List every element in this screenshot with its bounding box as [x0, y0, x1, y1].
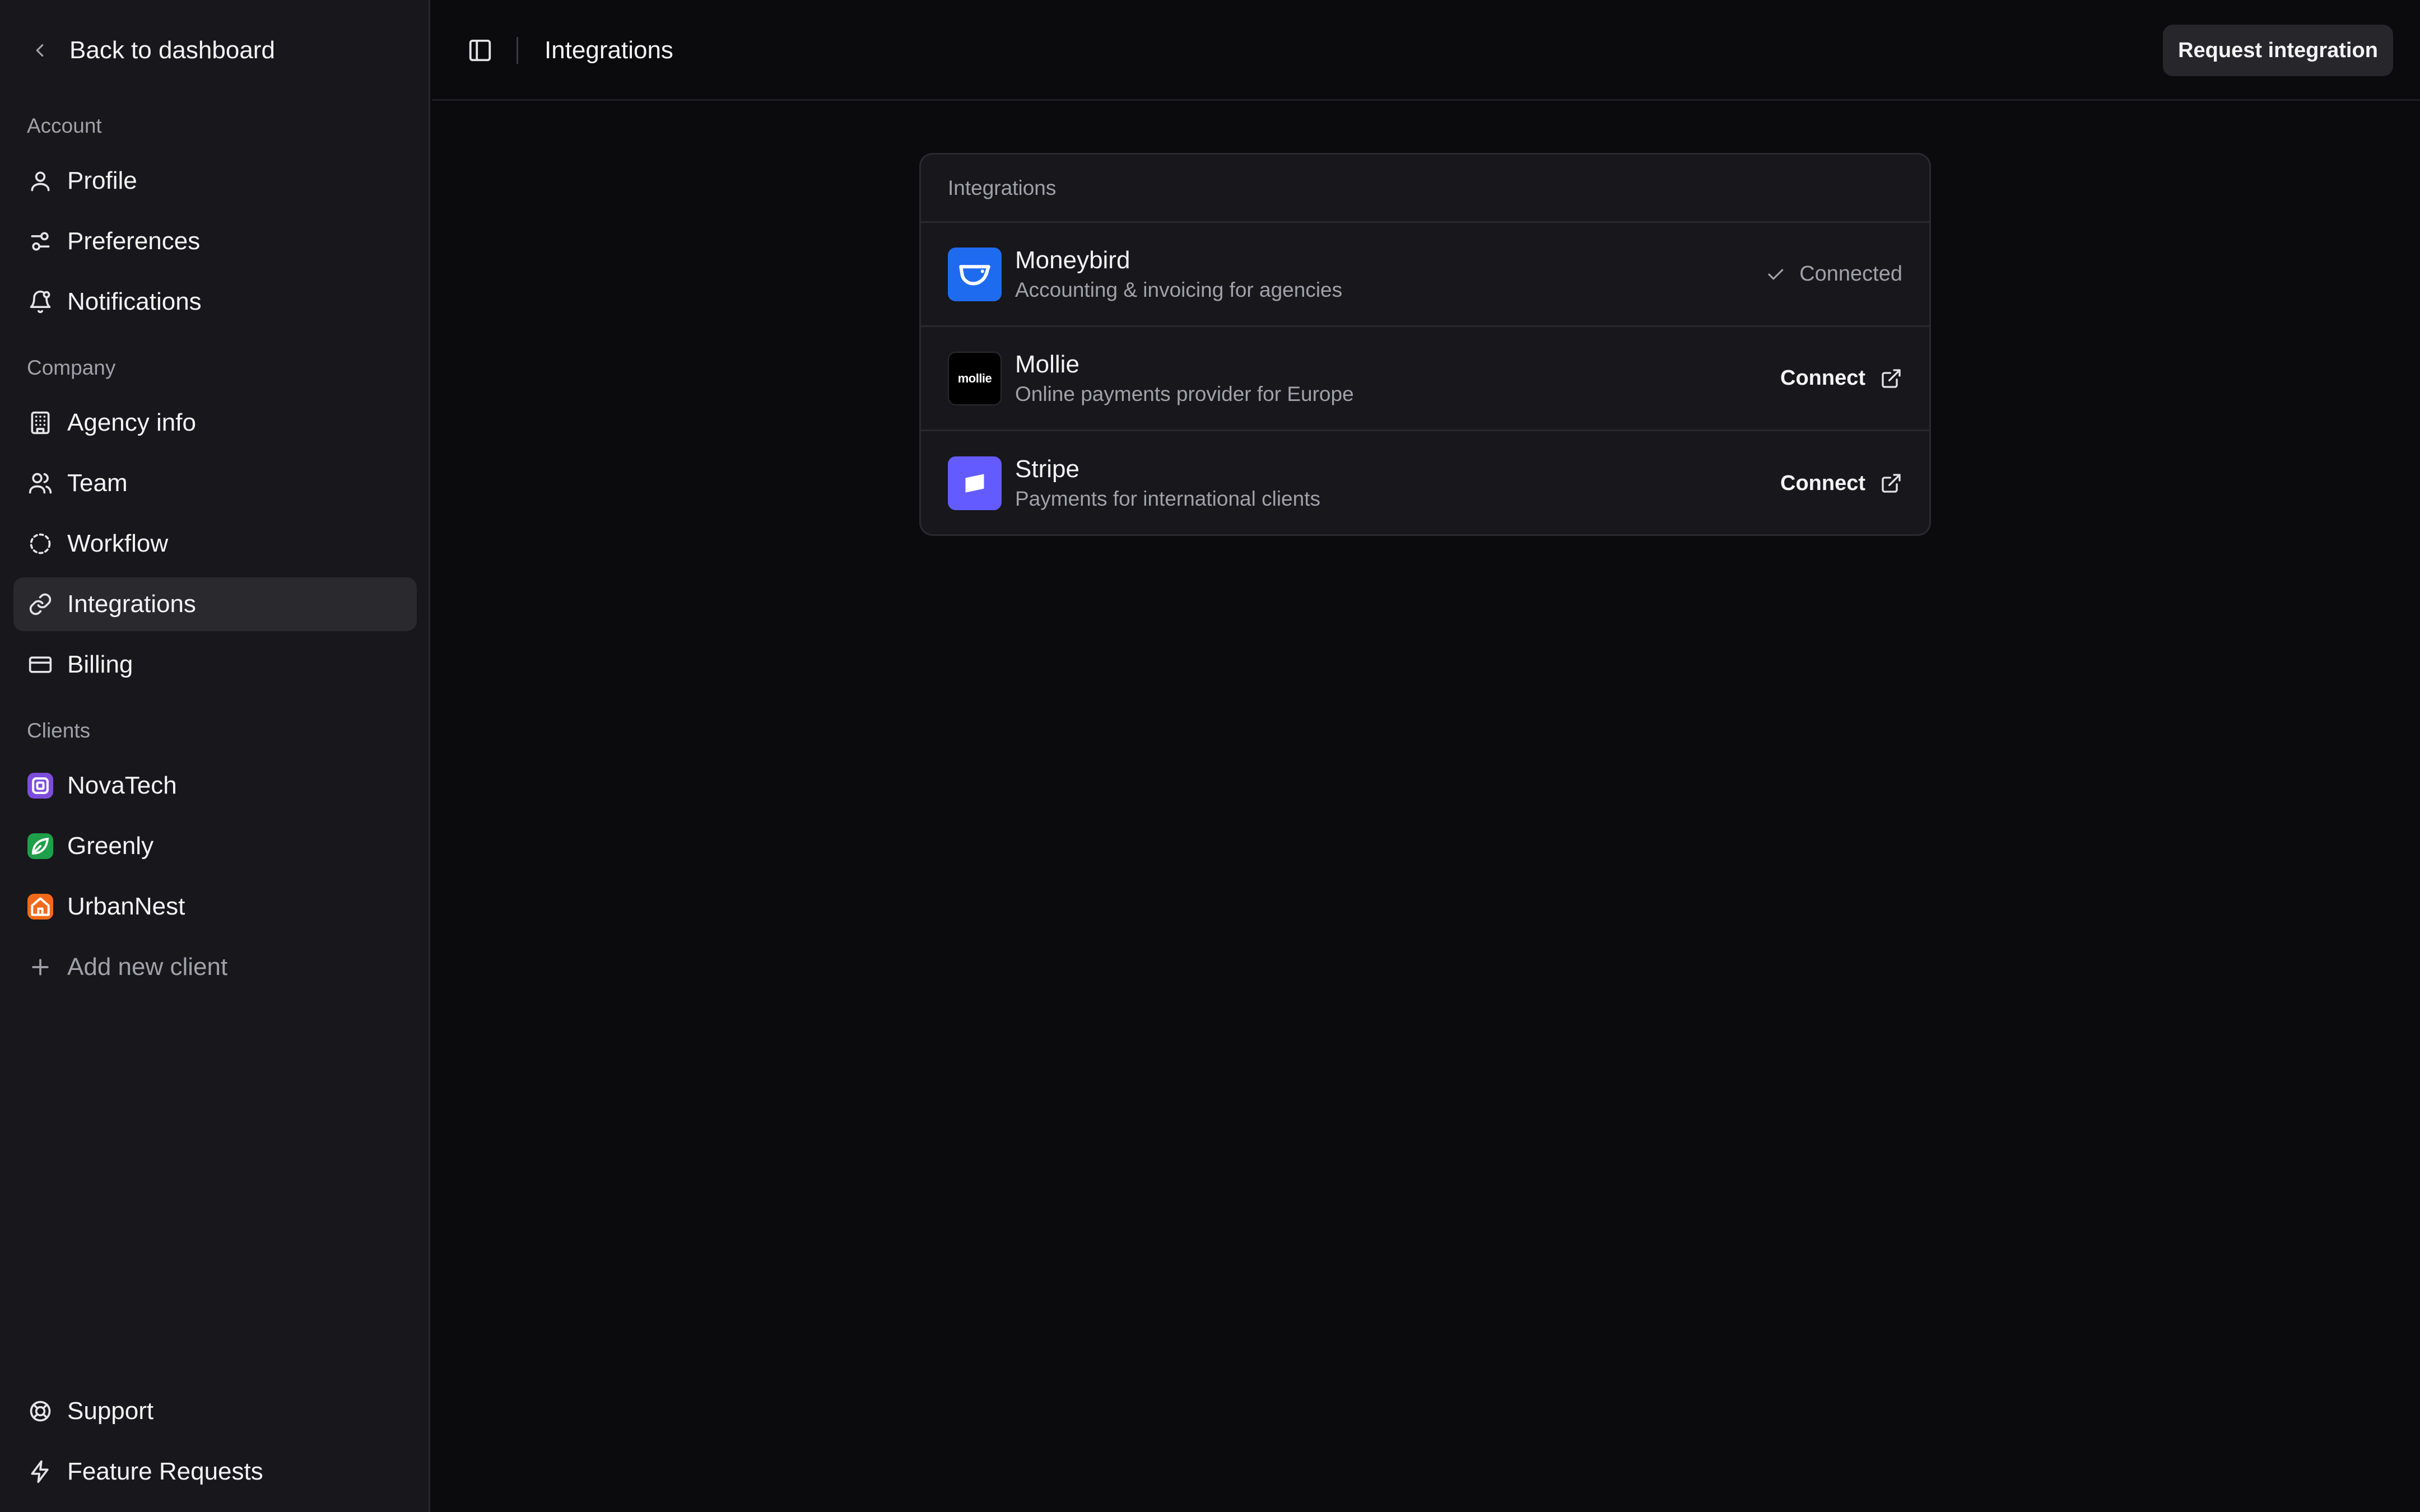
stripe-logo-icon — [948, 456, 1002, 510]
users-icon — [29, 473, 52, 494]
connected-label: Connected — [1799, 262, 1902, 286]
toggle-sidebar-button[interactable] — [465, 35, 495, 66]
request-integration-button[interactable]: Request integration — [2163, 25, 2393, 76]
sidebar-item-notifications[interactable]: Notifications — [13, 275, 417, 329]
back-link-label: Back to dashboard — [69, 36, 275, 64]
integration-row-moneybird: Moneybird Accounting & invoicing for age… — [921, 223, 1929, 327]
sidebar-item-billing[interactable]: Billing — [13, 638, 417, 692]
connect-label: Connect — [1780, 471, 1865, 495]
page-title: Integrations — [544, 36, 673, 64]
integration-row-stripe: Stripe Payments for international client… — [921, 431, 1929, 534]
sidebar-item-label: Support — [67, 1397, 154, 1425]
credit-card-icon — [29, 656, 52, 673]
top-bar — [432, 0, 2420, 101]
section-label-account: Account — [27, 114, 102, 137]
sidebar-item-support[interactable]: Support — [13, 1384, 417, 1438]
sidebar: Back to dashboard Account Profile Prefer… — [0, 0, 430, 1512]
connected-status: Connected — [1765, 262, 1902, 286]
sidebar-item-label: Profile — [67, 167, 137, 194]
sidebar-item-team[interactable]: Team — [13, 456, 417, 510]
zap-icon — [31, 1460, 49, 1483]
mollie-logo-text: mollie — [957, 371, 992, 385]
integration-name: Stripe — [1015, 455, 1079, 483]
sidebar-item-label: Team — [67, 469, 128, 497]
user-icon — [31, 171, 50, 192]
bell-icon — [30, 290, 51, 313]
sidebar-item-label: UrbanNest — [67, 893, 185, 920]
sliders-icon — [31, 232, 50, 251]
home-icon — [27, 894, 53, 920]
life-buoy-icon — [30, 1401, 51, 1422]
sidebar-item-label: Greenly — [67, 832, 154, 860]
back-to-dashboard-link[interactable]: Back to dashboard — [29, 32, 275, 68]
building-icon — [31, 411, 50, 435]
connect-label: Connect — [1780, 366, 1865, 390]
integrations-card: Integrations Moneybird Accounting & invo… — [919, 153, 1931, 536]
plus-icon — [32, 959, 49, 976]
integration-name: Mollie — [1015, 350, 1079, 378]
external-link-icon — [1882, 368, 1901, 388]
sidebar-item-label: Workflow — [67, 530, 169, 557]
integration-description: Online payments provider for Europe — [1015, 382, 1354, 405]
sidebar-item-label: NovaTech — [67, 772, 177, 799]
integration-name: Moneybird — [1015, 246, 1130, 274]
moneybird-logo-icon — [948, 247, 1002, 301]
add-new-client-button[interactable]: Add new client — [13, 940, 417, 994]
sidebar-item-label: Notifications — [67, 288, 202, 315]
add-client-label: Add new client — [67, 953, 228, 981]
sidebar-item-label: Billing — [67, 651, 133, 678]
chevron-left-icon — [36, 44, 44, 57]
sidebar-item-label: Feature Requests — [67, 1458, 263, 1485]
integration-description: Payments for international clients — [1015, 487, 1320, 510]
card-heading: Integrations — [921, 155, 1929, 223]
section-label-company: Company — [27, 356, 116, 379]
sidebar-item-profile[interactable]: Profile — [13, 154, 417, 208]
sidebar-item-feature-requests[interactable]: Feature Requests — [13, 1445, 417, 1499]
connect-mollie-button[interactable]: Connect — [1780, 366, 1902, 390]
sidebar-item-label: Preferences — [67, 227, 201, 255]
dashed-circle-icon — [30, 533, 51, 554]
novatech-logo-icon — [27, 773, 53, 799]
sidebar-item-label: Agency info — [67, 409, 196, 436]
sidebar-item-greenly[interactable]: Greenly — [13, 819, 417, 873]
sidebar-item-preferences[interactable]: Preferences — [13, 214, 417, 268]
header-divider — [516, 37, 518, 64]
link-icon — [29, 593, 52, 615]
integration-row-mollie: mollie Mollie Online payments provider f… — [921, 327, 1929, 431]
sidebar-item-urbannest[interactable]: UrbanNest — [13, 880, 417, 934]
sidebar-item-label: Integrations — [67, 590, 196, 618]
check-icon — [1768, 269, 1784, 279]
external-link-icon — [1882, 474, 1901, 493]
connect-stripe-button[interactable]: Connect — [1780, 472, 1902, 496]
sidebar-item-agency-info[interactable]: Agency info — [13, 396, 417, 450]
sidebar-toggle-icon — [469, 39, 491, 62]
sidebar-item-integrations[interactable]: Integrations — [13, 577, 417, 631]
sidebar-item-novatech[interactable]: NovaTech — [13, 759, 417, 813]
leaf-icon — [27, 833, 53, 859]
sidebar-item-workflow[interactable]: Workflow — [13, 517, 417, 571]
section-label-clients: Clients — [27, 719, 91, 742]
mollie-logo-icon: mollie — [948, 351, 1002, 405]
integration-description: Accounting & invoicing for agencies — [1015, 278, 1343, 301]
